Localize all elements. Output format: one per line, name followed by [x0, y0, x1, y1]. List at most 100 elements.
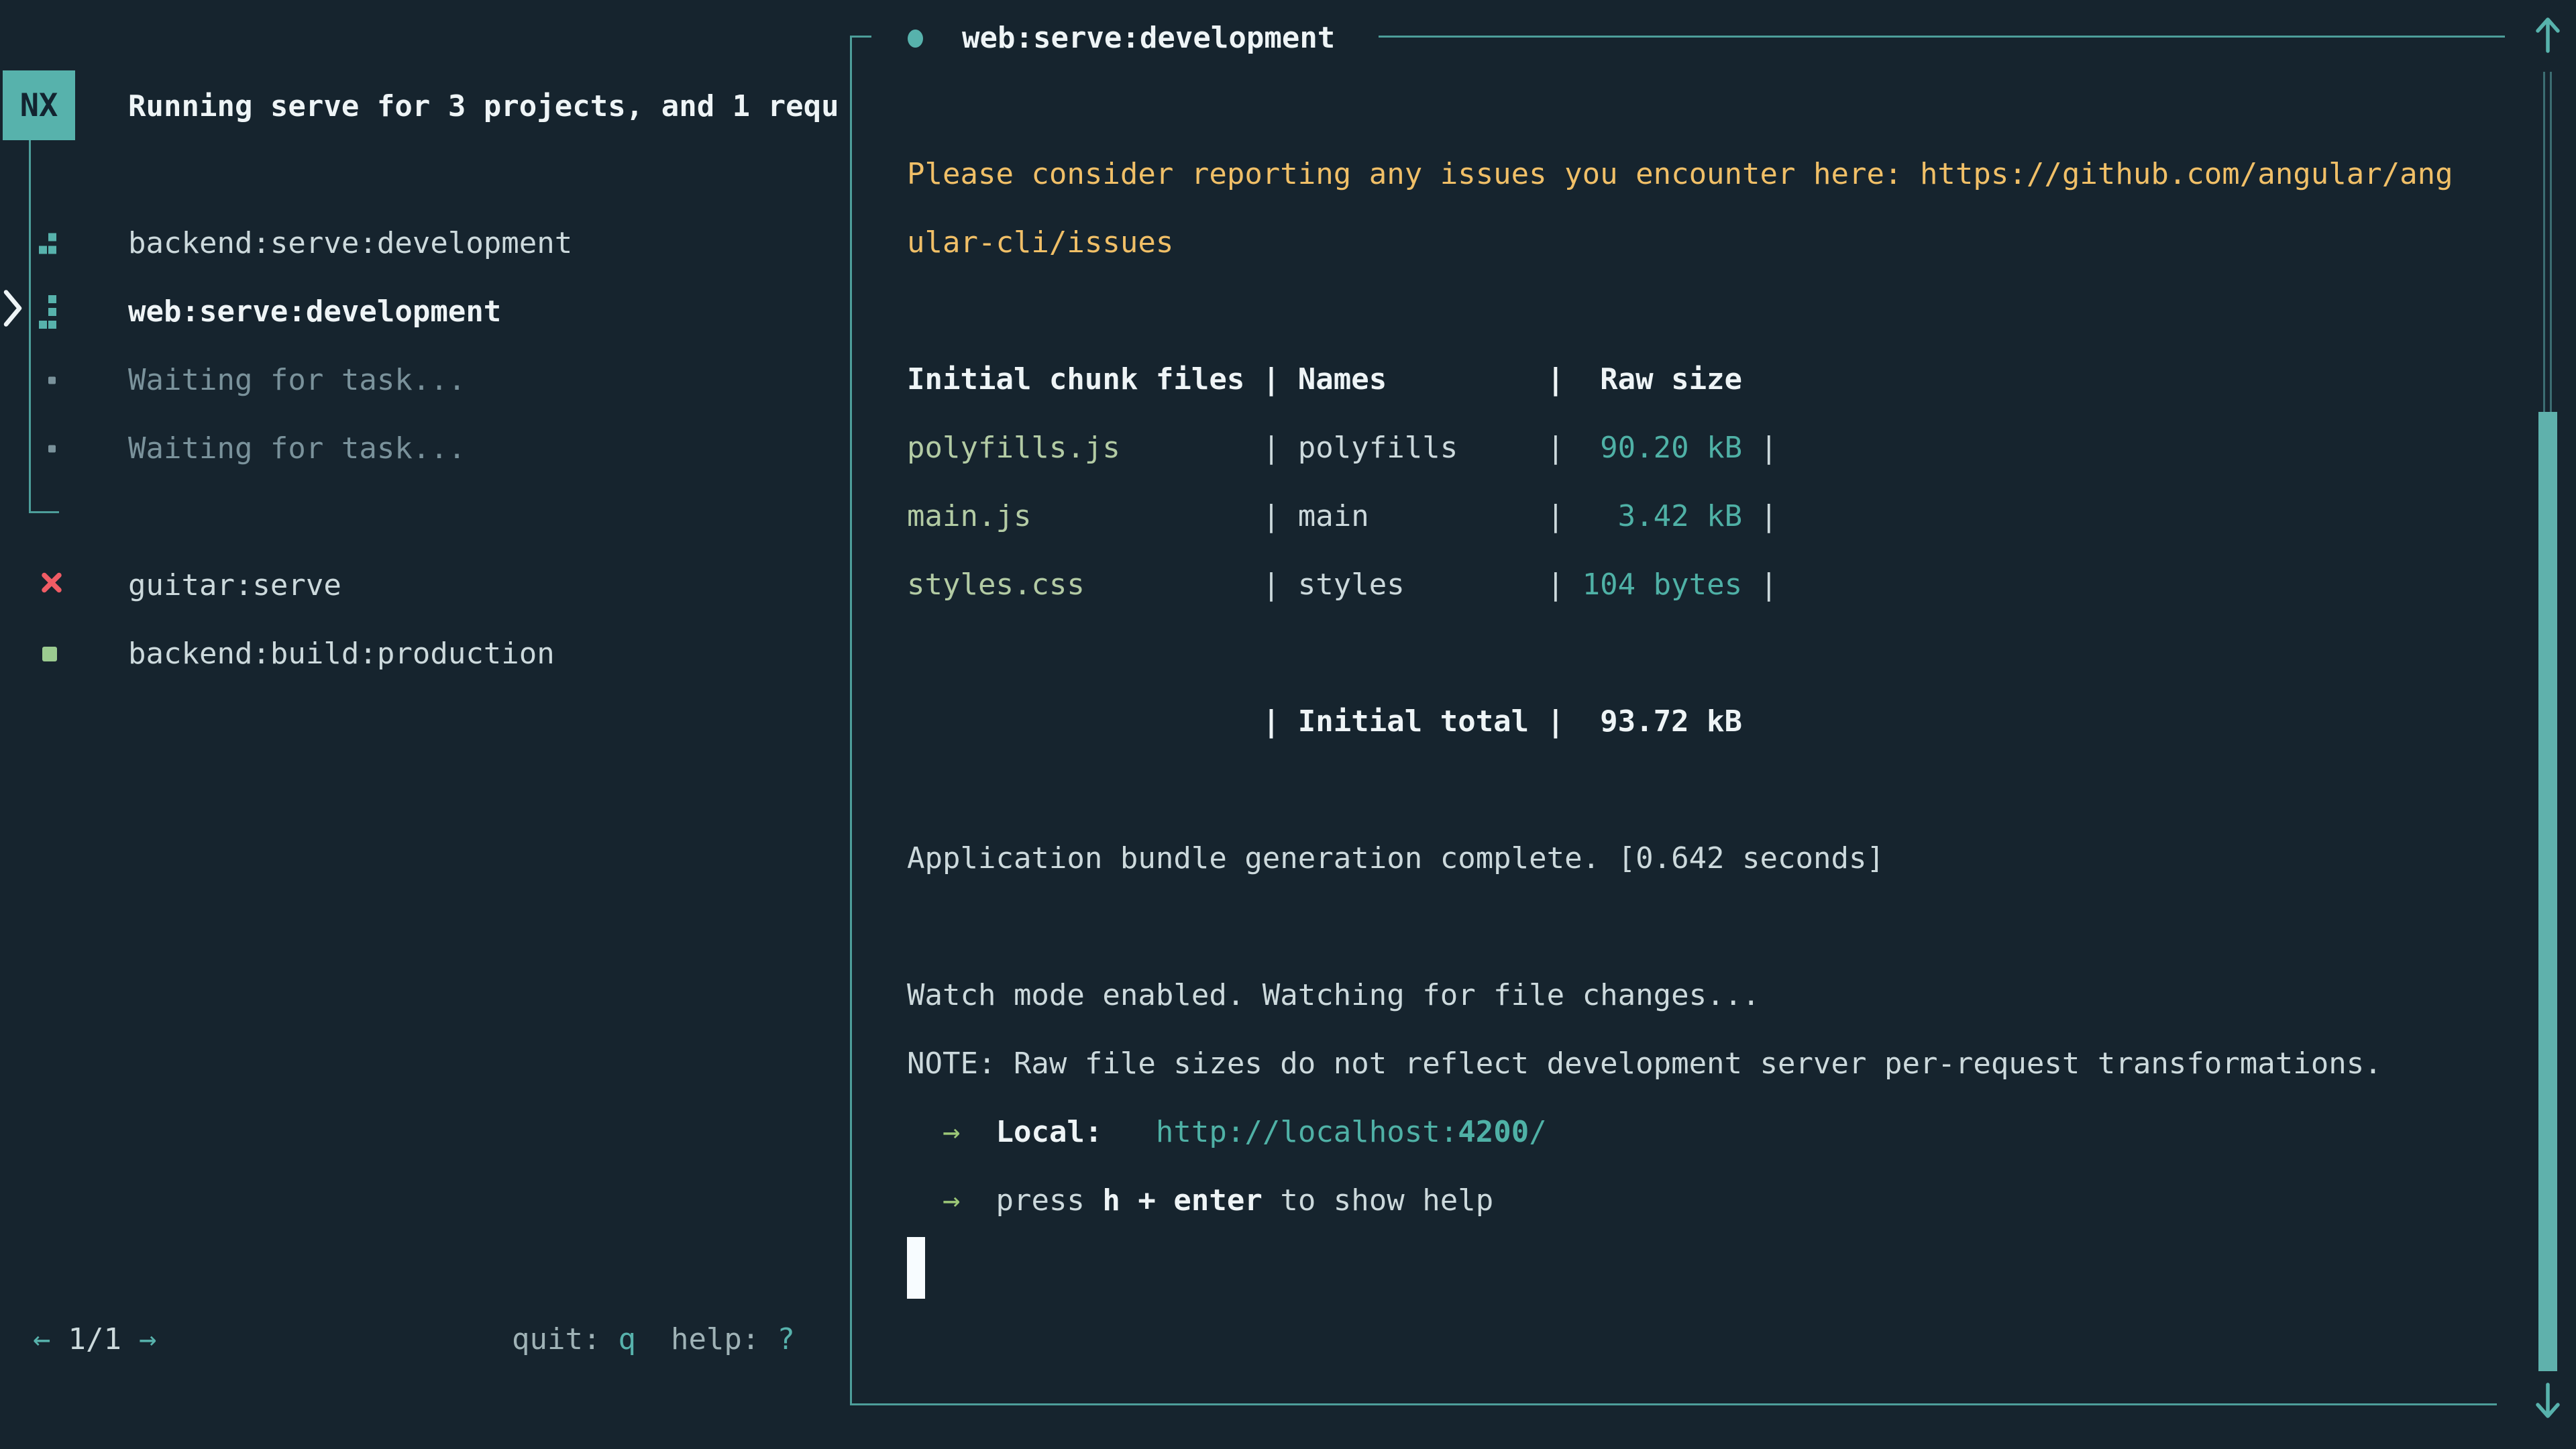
panel-border-top-stub	[850, 36, 871, 38]
terminal-line	[907, 619, 2530, 688]
selected-chevron-icon	[1, 286, 24, 338]
terminal-line	[907, 277, 2530, 345]
task-item[interactable]: web:serve:development	[0, 278, 849, 346]
terminal-text-segment: |	[1742, 499, 1778, 533]
terminal-text-segment: | styles |	[1085, 568, 1582, 602]
task-item[interactable]: Waiting for task...	[0, 346, 849, 415]
panel-border-top	[1379, 36, 2505, 38]
terminal-text-segment	[1102, 1115, 1155, 1149]
terminal-text-segment: Initial chunk files | Names | Raw size	[907, 362, 1742, 396]
page-prev-arrow-icon[interactable]: ←	[33, 1322, 51, 1356]
task-label: guitar:serve	[128, 551, 341, 620]
nx-logo-label: NX	[20, 87, 58, 124]
terminal-text-segment: polyfills.js	[907, 431, 1120, 465]
terminal-text-segment: /	[1529, 1115, 1547, 1149]
terminal-line: NOTE: Raw file sizes do not reflect deve…	[907, 1030, 2530, 1098]
task-label: backend:serve:development	[128, 209, 572, 278]
task-status-icon	[39, 647, 57, 661]
help-hint-label: help:	[671, 1322, 759, 1356]
spinner-icon	[39, 233, 58, 254]
quit-key: q	[618, 1322, 636, 1356]
terminal-text-segment: to show help	[1263, 1183, 1493, 1218]
waiting-dot-icon	[48, 377, 56, 384]
terminal-text-segment: 104 bytes	[1582, 568, 1742, 602]
running-bullet-icon	[908, 30, 923, 48]
terminal-text-segment: NOTE: Raw file sizes do not reflect deve…	[907, 1046, 2382, 1081]
nx-terminal-ui: { "app": { "brand": "NX", "title": "Runn…	[0, 0, 2576, 1449]
terminal-text-segment: | Initial total | 93.72 kB	[907, 704, 1742, 739]
page-title: Running serve for 3 projects, and 1 requ	[128, 72, 853, 141]
terminal-line	[907, 756, 2530, 824]
task-status-icon	[39, 569, 64, 603]
terminal-text-segment: main.js	[907, 499, 1031, 533]
terminal-line	[907, 1235, 2530, 1303]
terminal-text-segment: ular-cli/issues	[907, 225, 1173, 260]
terminal-text-segment: |	[1742, 568, 1778, 602]
task-status-icon	[39, 445, 56, 453]
task-label: web:serve:development	[128, 278, 501, 346]
terminal-text-segment: press	[996, 1183, 1102, 1218]
terminal-text-segment: |	[1742, 431, 1778, 465]
terminal-text-segment: | polyfills |	[1120, 431, 1582, 465]
task-item[interactable]: backend:serve:development	[0, 209, 849, 278]
terminal-text-segment: Watch mode enabled. Watching for file ch…	[907, 978, 1760, 1012]
task-tree-corner	[29, 511, 59, 513]
terminal-line: Watch mode enabled. Watching for file ch…	[907, 961, 2530, 1030]
terminal-line: Initial chunk files | Names | Raw size	[907, 345, 2530, 414]
terminal-cursor	[907, 1237, 925, 1299]
terminal-line: → press h + enter to show help	[907, 1167, 2530, 1235]
task-item[interactable]: backend:build:production	[0, 620, 849, 688]
task-label: Waiting for task...	[128, 346, 466, 415]
terminal-output: Please consider reporting any issues you…	[907, 140, 2530, 1303]
spinner-icon	[39, 295, 58, 329]
terminal-text-segment: 90.20 kB	[1582, 431, 1742, 465]
task-status-icon	[39, 233, 58, 254]
success-square-icon	[42, 647, 57, 661]
terminal-text-segment: Please consider reporting any issues you…	[907, 157, 2453, 191]
panel-border-bottom	[850, 1403, 2497, 1405]
terminal-text-segment: Local:	[996, 1115, 1102, 1149]
terminal-text-segment: →	[943, 1183, 961, 1218]
task-status-icon	[39, 295, 58, 329]
terminal-line: Application bundle generation complete. …	[907, 824, 2530, 893]
scrollbar-track	[2543, 72, 2545, 412]
terminal-text-segment: http://localhost:	[1156, 1115, 1458, 1149]
arrow-down-icon[interactable]	[2532, 1381, 2564, 1431]
terminal-text-segment	[907, 1183, 943, 1218]
terminal-text-segment: h + enter	[1102, 1183, 1262, 1218]
task-label: backend:build:production	[128, 620, 555, 688]
terminal-text-segment: 4200	[1458, 1115, 1529, 1149]
terminal-text-segment	[960, 1183, 996, 1218]
terminal-text-segment: styles.css	[907, 568, 1085, 602]
nx-logo: NX	[3, 70, 75, 140]
page-indicator: 1/1	[68, 1322, 121, 1356]
terminal-text-segment: Application bundle generation complete. …	[907, 841, 1884, 875]
terminal-text-segment	[907, 1115, 943, 1149]
terminal-text-segment: →	[943, 1115, 961, 1149]
terminal-line: ular-cli/issues	[907, 209, 2530, 277]
terminal-text-segment: | main |	[1031, 499, 1582, 533]
waiting-dot-icon	[48, 445, 56, 453]
page-next-arrow-icon[interactable]: →	[139, 1322, 157, 1356]
scrollbar-track	[2550, 72, 2552, 412]
arrow-up-icon[interactable]	[2532, 12, 2564, 62]
terminal-text-segment: 3.42 kB	[1582, 499, 1742, 533]
error-x-icon	[39, 569, 64, 603]
terminal-line: | Initial total | 93.72 kB	[907, 688, 2530, 756]
task-item[interactable]: guitar:serve	[0, 551, 849, 620]
help-key: ?	[777, 1322, 795, 1356]
quit-hint-label: quit:	[512, 1322, 600, 1356]
scrollbar-thumb[interactable]	[2538, 412, 2557, 1371]
terminal-line: styles.css | styles | 104 bytes |	[907, 551, 2530, 619]
terminal-line: Please consider reporting any issues you…	[907, 140, 2530, 209]
task-item[interactable]: Waiting for task...	[0, 415, 849, 483]
terminal-line	[907, 893, 2530, 961]
pagination: ← 1/1 →	[33, 1305, 156, 1373]
panel-title: web:serve:development	[962, 4, 1335, 72]
terminal-line: polyfills.js | polyfills | 90.20 kB |	[907, 414, 2530, 482]
shortcut-hints: quit: q help: ?	[512, 1305, 795, 1373]
task-status-icon	[39, 377, 56, 384]
terminal-text-segment	[960, 1115, 996, 1149]
terminal-line: → Local: http://localhost:4200/	[907, 1098, 2530, 1167]
task-label: Waiting for task...	[128, 415, 466, 483]
